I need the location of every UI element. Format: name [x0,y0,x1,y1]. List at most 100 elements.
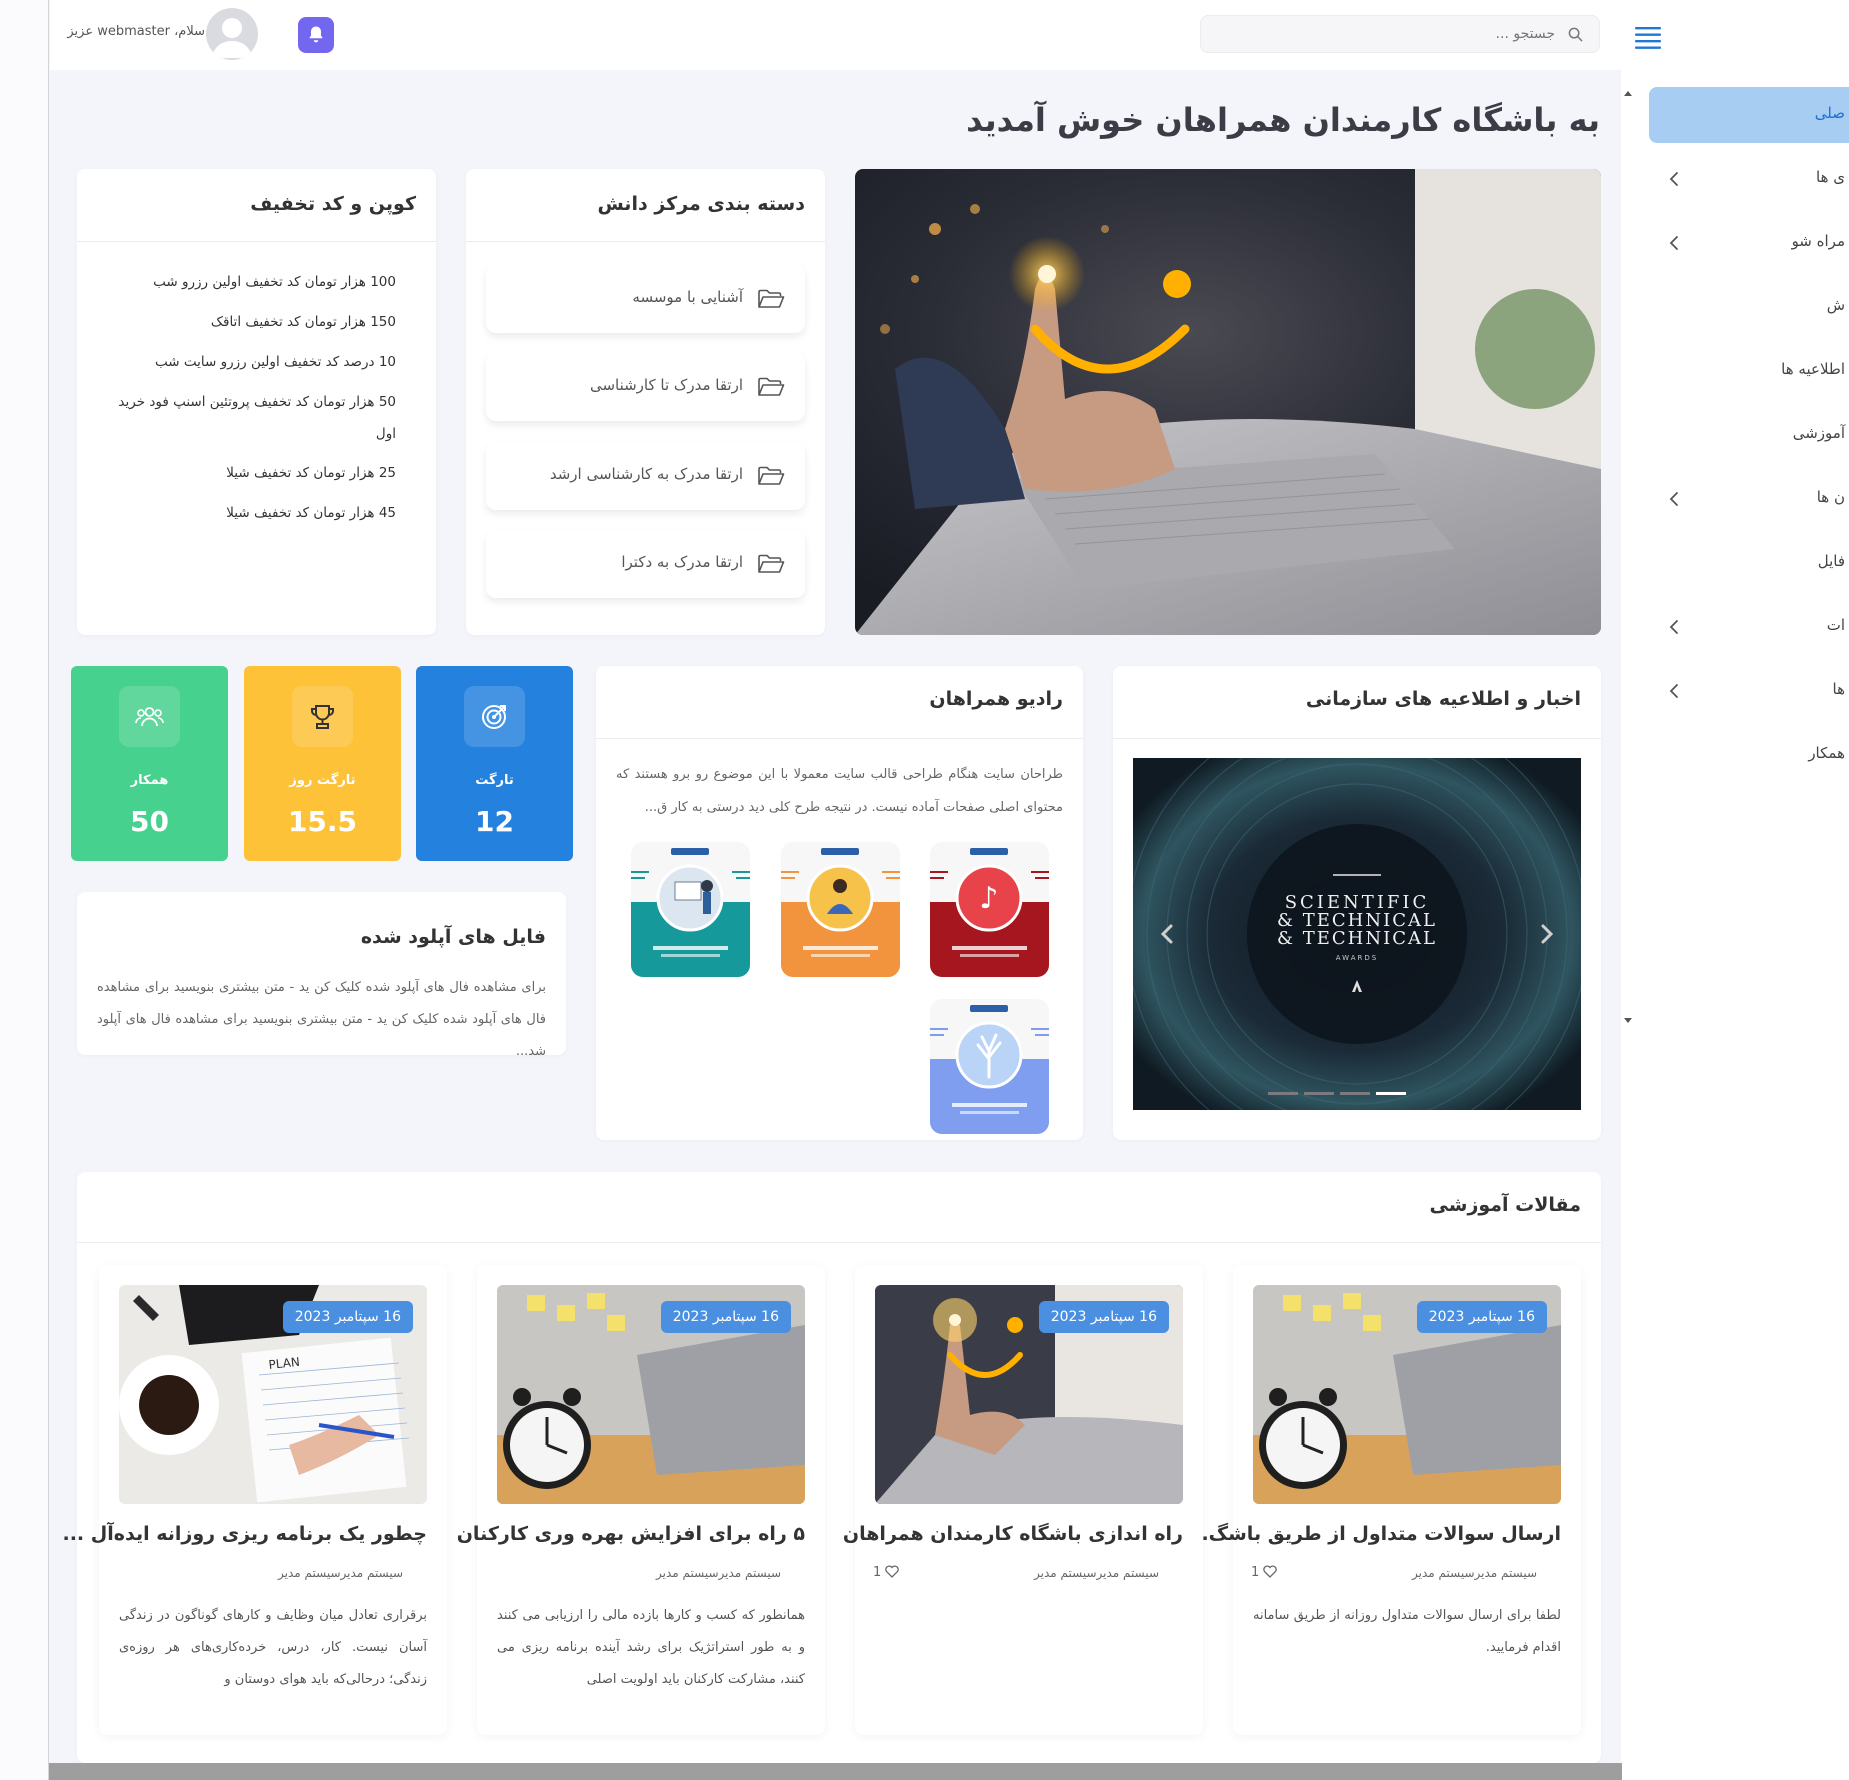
coupon-item[interactable]: 50 هزار تومان کد تخفیف پروتئین اسنپ فود … [96,386,396,450]
sidebar-item-label: ن ها [1816,488,1845,506]
article-thumbnail[interactable]: 16 سپتامبر 2023 [875,1285,1183,1504]
stat-value: 50 [130,805,169,838]
sidebar-item-label: صلی [1814,104,1845,122]
stat-colleagues: همکار 50 [71,666,228,861]
article-date: 16 سپتامبر 2023 [282,1301,413,1333]
sidebar-item[interactable]: صلی [1649,87,1849,143]
articles-title: مقالات آموزشی [1429,1194,1581,1216]
article-card[interactable]: 16 سپتامبر 2023 ۵ راه برای افزایش بهره و… [457,1265,825,1735]
coupons-title: کوپن و کد تخفیف [250,193,416,215]
notification-button[interactable] [298,17,334,53]
category-label: ارتقا مدرک تا کارشناسی [589,376,743,394]
sidebar-item[interactable]: اطلاعیه ها [1649,343,1849,399]
podcast-growth[interactable] [930,999,1049,1134]
sidebar-item-label: آموزشی [1792,424,1845,442]
hero-image [855,169,1601,635]
sidebar-item[interactable]: ها [1649,663,1849,719]
coupon-item[interactable]: 10 درصد کد تخفیف اولین رزرو سایت شب [96,346,396,378]
user-greeting: سلام، webmaster عزیز [67,24,205,39]
uploaded-title: فایل های آپلود شده [360,926,546,948]
like-button[interactable]: 1 [1251,1565,1278,1580]
article-title[interactable]: ارسال سوالات متداول از طریق باشگ... [1187,1523,1561,1545]
sidebar-item[interactable]: ن ها [1649,471,1849,527]
heart-icon [885,1565,900,1580]
article-thumbnail[interactable]: PLAN 16 سپتامبر 2023 [119,1285,427,1504]
folder-icon [757,554,785,574]
article-card[interactable]: PLAN 16 سپتامبر 2023 چطور یک برنامه ریزی… [63,1265,447,1735]
coupon-item[interactable]: 45 هزار تومان کد تخفیف شیلا [96,497,396,529]
uploaded-files-card[interactable]: فایل های آپلود شده برای مشاهده فال های آ… [77,892,566,1059]
radio-card: رادیو همراهان طراحان سایت هنگام طراحی قا… [596,666,1083,1140]
article-author: سیستم مدیرسیستم مدیر [1034,1566,1159,1580]
page-title: به باشگاه کارمندان همراهان خوش آمدید [966,101,1600,139]
folder-icon [757,377,785,397]
article-title[interactable]: راه اندازی باشگاه کارمندان همراهان [843,1523,1183,1545]
article-date: 16 سپتامبر 2023 [1038,1301,1169,1333]
chevron-left-icon [1669,235,1679,251]
category-item[interactable]: ارتقا مدرک تا کارشناسی [486,353,805,421]
uploaded-description: برای مشاهده فال های آپلود شده کلیک کن ید… [97,980,546,1059]
article-card[interactable]: 16 سپتامبر 2023 ارسال سوالات متداول از ط… [1187,1265,1581,1735]
horizontal-scrollbar[interactable] [49,1763,1622,1780]
podcast-career[interactable] [781,842,900,977]
sidebar-item[interactable]: ات [1649,599,1849,655]
sidebar-item[interactable]: مراه شو [1649,215,1849,271]
sidebar-item[interactable]: ی ها [1649,151,1849,207]
chevron-left-icon [1669,491,1679,507]
article-author: سیستم مدیرسیستم مدیر [278,1566,403,1580]
stat-label: تارگت [475,773,514,788]
category-item[interactable]: ارتقا مدرک به کارشناسی ارشد [486,442,805,510]
avatar[interactable] [206,8,258,60]
coupons-card: کوپن و کد تخفیف 100 هزار تومان کد تخفیف … [77,169,436,635]
slide-text-4: AWARDS [1336,954,1378,962]
folder-icon [757,289,785,309]
chevron-left-icon [1669,683,1679,699]
folder-icon [757,466,785,486]
search-box[interactable] [1200,15,1600,53]
sidebar-item[interactable]: فایل [1649,535,1849,591]
article-thumbnail[interactable]: 16 سپتامبر 2023 [497,1285,805,1504]
category-item[interactable]: آشنایی با موسسه [486,265,805,333]
article-author: سیستم مدیرسیستم مدیر [656,1566,781,1580]
coupon-item[interactable]: 150 هزار تومان کد تخفیف اتاقک [96,306,396,338]
article-card[interactable]: 16 سپتامبر 2023 راه اندازی باشگاه کارمند… [843,1265,1203,1735]
sidebar-item-label: همکار [1808,744,1845,762]
article-thumbnail[interactable]: 16 سپتامبر 2023 [1253,1285,1561,1504]
chevron-left-icon [1669,171,1679,187]
article-title[interactable]: چطور یک برنامه ریزی روزانه ایده‌آل ... [63,1523,428,1545]
article-author: سیستم مدیرسیستم مدیر [1412,1566,1537,1580]
search-input[interactable] [1201,16,1599,52]
news-title: اخبار و اطلاعیه های سازمانی [1305,688,1581,710]
articles-section: مقالات آموزشی 16 سپتامبر 2023 ارسال سوال… [63,1172,1601,1763]
like-button[interactable]: 1 [873,1565,900,1580]
article-excerpt: برقراری تعادل میان وظایف و کارهای گوناگو… [119,1608,427,1687]
article-excerpt: همانطور که کسب و کارها بازده مالی را ارز… [497,1608,805,1687]
stat-label: تارگت روز [289,773,356,788]
category-label: آشنایی با موسسه [632,288,743,306]
divider [1113,738,1601,739]
chevron-left-icon [1669,619,1679,635]
like-count: 1 [873,1565,882,1580]
like-count: 1 [1251,1565,1260,1580]
divider [466,241,825,242]
article-excerpt: لطفا برای ارسال سوالات متداول روزانه از … [1253,1608,1561,1655]
left-gutter [0,0,49,1780]
sidebar-item-label: ی ها [1816,168,1845,186]
category-item[interactable]: ارتقا مدرک به دکترا [486,530,805,598]
radio-description: طراحان سایت هنگام طراحی قالب سایت معمولا… [616,767,1063,815]
news-slider[interactable]: SCIENTIFIC & TECHNICAL & TECHNICAL AWARD… [1133,758,1581,1110]
sidebar-item-label: ها [1832,680,1845,698]
podcast-education[interactable] [631,842,750,977]
stat-label: همکار [130,773,169,788]
divider [77,241,436,242]
sidebar-item[interactable]: آموزشی [1649,407,1849,463]
coupon-item[interactable]: 25 هزار تومان کد تخفیف شیلا [96,457,396,489]
article-title[interactable]: ۵ راه برای افزایش بهره وری کارکنان [457,1523,805,1545]
stat-target: تارگت 12 [416,666,573,861]
slide-text-3: & TECHNICAL [1277,928,1437,949]
sidebar-item-label: ات [1826,616,1845,634]
coupon-item[interactable]: 100 هزار تومان کد تخفیف اولین رزرو شب [96,266,396,298]
sidebar-item[interactable]: همکار [1649,727,1849,783]
podcast-music[interactable]: ♪ [930,842,1049,977]
sidebar-item[interactable]: ش [1649,279,1849,335]
